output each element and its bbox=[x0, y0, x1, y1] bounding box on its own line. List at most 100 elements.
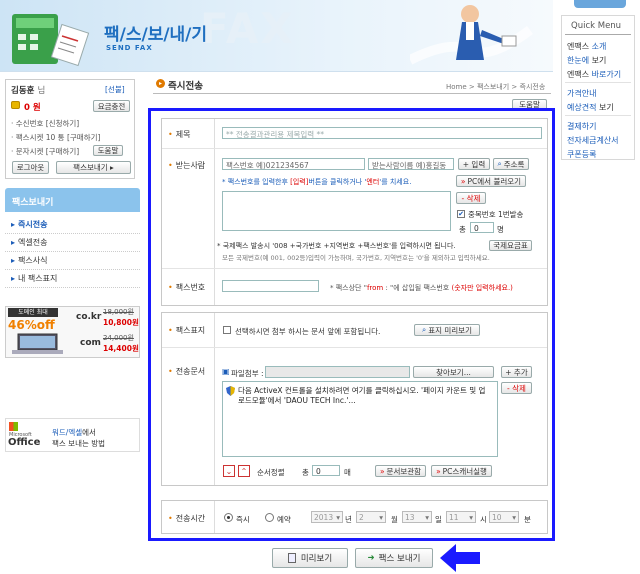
intl-hint-line1: * 국제팩스 발송시 '008 +국가번호 +지역번호 +팩스번호'를 입력하시… bbox=[217, 242, 456, 250]
section-recipient-divider bbox=[214, 119, 215, 305]
ad-com-old-price: 24,000원 bbox=[103, 334, 134, 342]
subject-label: 제목 bbox=[168, 129, 191, 140]
hour-select[interactable]: 11 bbox=[446, 511, 476, 523]
recipient-name-input[interactable]: 받는사람이름 예)홍길동 bbox=[368, 158, 454, 170]
delete-recipient-button[interactable]: - 삭제 bbox=[456, 192, 486, 204]
dup-checkbox[interactable]: ✔ bbox=[457, 210, 465, 218]
row-sep-2 bbox=[162, 268, 547, 269]
month-select[interactable]: 2 bbox=[356, 511, 386, 523]
office-logo-icon bbox=[9, 422, 18, 431]
section-document-divider bbox=[214, 313, 215, 485]
quick-link-payment[interactable]: 결제하기 bbox=[567, 121, 596, 132]
intl-hint-line2: 모든 국제번호(예 001, 002등)입력이 가능하며, 국가번호, 지역번호… bbox=[222, 254, 490, 262]
ad-kr-label: co.kr bbox=[76, 312, 102, 322]
quick-link-tax-invoice[interactable]: 전자세금계산서 bbox=[567, 135, 619, 146]
office-brand: Office bbox=[8, 437, 41, 448]
doc-total-label: 총 bbox=[302, 468, 309, 477]
send-time-label: 전송시간 bbox=[168, 513, 205, 524]
ad-discount: 46%off bbox=[8, 318, 55, 332]
left-menu-item-excel[interactable]: 엑셀전송 bbox=[5, 234, 140, 252]
quick-link-shortcut[interactable]: 엔팩스 바로가기 bbox=[567, 69, 621, 80]
quick-menu-title: Quick Menu bbox=[571, 21, 622, 31]
left-menu-item-style[interactable]: 팩스사식 bbox=[5, 252, 140, 270]
move-down-button[interactable]: ⌄ bbox=[223, 465, 235, 477]
pc-scanner-button[interactable]: » PC스캐너실행 bbox=[431, 465, 492, 477]
hour-unit: 시 bbox=[480, 515, 487, 524]
activex-message[interactable]: 다음 ActiveX 컨트롤을 설치하려면 여기를 클릭하십시오. '페이지 카… bbox=[238, 386, 490, 406]
user-help-button[interactable]: 도움말 bbox=[93, 145, 123, 156]
paperclip-icon: ▣ bbox=[222, 367, 230, 376]
search-icon: ⌕ bbox=[422, 325, 427, 334]
day-select[interactable]: 13 bbox=[402, 511, 432, 523]
ad-kr-new-price: 10,800원 bbox=[103, 318, 139, 327]
browse-button[interactable]: 찾아보기... bbox=[413, 366, 494, 378]
cover-label: 팩스표지 bbox=[168, 325, 205, 336]
row-sep-1 bbox=[162, 148, 547, 149]
page-title-icon: ▸ bbox=[156, 79, 165, 88]
document-label: 전송문서 bbox=[168, 366, 205, 377]
delete-file-button[interactable]: - 삭제 bbox=[501, 382, 532, 394]
pc-load-button[interactable]: » PC에서 불러오기 bbox=[456, 175, 526, 187]
year-select[interactable]: 2013 bbox=[311, 511, 343, 523]
doc-total-value: 0 bbox=[312, 465, 340, 476]
year-unit: 년 bbox=[345, 515, 352, 524]
radio-now-label: 즉시 bbox=[236, 515, 250, 524]
quick-menu-sep-1 bbox=[565, 82, 631, 83]
row-sep-3 bbox=[162, 347, 547, 348]
fax-ticket-info[interactable]: · 팩스시켓 10 통 [구매하기] bbox=[11, 132, 100, 143]
recv-number-link[interactable]: · 수신번호 [신청하기] bbox=[11, 118, 79, 129]
intl-fee-button[interactable]: 국제요금표 bbox=[489, 240, 532, 251]
cover-preview-button[interactable]: ⌕ 표지 미리보기 bbox=[414, 324, 480, 336]
arrow-icon: » bbox=[460, 176, 466, 186]
address-book-button[interactable]: ⌕ 주소록 bbox=[493, 158, 529, 170]
radio-now[interactable] bbox=[224, 513, 233, 522]
header-subtitle: SEND FAX bbox=[106, 44, 153, 52]
cover-checkbox[interactable] bbox=[223, 326, 231, 334]
quick-link-coupon[interactable]: 쿠폰등록 bbox=[567, 149, 596, 160]
pointer-arrow-icon bbox=[440, 544, 480, 572]
doc-storage-button[interactable]: » 문서보관함 bbox=[375, 465, 426, 477]
fax-number-input[interactable]: 팩스번호 예)021234567 bbox=[222, 158, 365, 170]
move-up-button[interactable]: ⌃ bbox=[238, 465, 250, 477]
cover-checkbox-label: 선택하시면 첨부 하시는 문서 앞에 포함됩니다. bbox=[235, 327, 381, 336]
charge-button[interactable]: 요금충전 bbox=[93, 100, 130, 112]
coin-icon bbox=[11, 101, 20, 109]
user-plan-badge: [선불] bbox=[105, 85, 125, 94]
radio-reserve-label: 예약 bbox=[277, 515, 291, 524]
ad-com-label: com bbox=[80, 338, 101, 348]
header-title: 팩/스/보/내/기 bbox=[104, 25, 208, 45]
add-file-button[interactable]: + 추가 bbox=[501, 366, 532, 378]
quick-menu-top-tab bbox=[574, 0, 626, 8]
recipient-hint: * 팩스번호를 입력한후 [입력]버튼을 클릭하거나 '엔터'를 치세요. bbox=[222, 178, 412, 186]
sender-fax-label: 팩스번호 bbox=[168, 282, 205, 293]
sender-fax-hint: * 팩스상단 "from : "에 삽입될 팩스번호 (숫자만 입력하세요.) bbox=[330, 284, 513, 292]
search-icon: ⌕ bbox=[497, 159, 502, 168]
subject-input[interactable]: ** 전송결과관리용 제목입력 ** bbox=[222, 127, 542, 139]
left-menu-item-instant[interactable]: 즉시전송 bbox=[5, 216, 140, 234]
logout-button[interactable]: 로그아웃 bbox=[12, 161, 49, 174]
order-label: 순서정렬 bbox=[257, 468, 285, 477]
quick-link-estimate[interactable]: 예상견적 보기 bbox=[567, 102, 614, 113]
add-recipient-button[interactable]: + 입력 bbox=[458, 158, 490, 170]
recipient-list-box[interactable] bbox=[222, 191, 451, 231]
minute-select[interactable]: 10 bbox=[489, 511, 519, 523]
recipient-total-unit: 명 bbox=[497, 225, 504, 234]
quick-link-overview[interactable]: 한눈에 보기 bbox=[567, 55, 606, 66]
left-menu-item-cover[interactable]: 내 팩스표지 bbox=[5, 270, 140, 288]
office-guide-line2: 팩스 보내는 방법 bbox=[52, 439, 106, 448]
fax-machine-icon bbox=[4, 6, 96, 68]
quick-link-pricing[interactable]: 가격안내 bbox=[567, 88, 596, 99]
send-fax-button[interactable]: ➜ 팩스 보내기 bbox=[355, 548, 433, 568]
preview-button[interactable]: 미리보기 bbox=[272, 548, 348, 568]
file-path-input[interactable] bbox=[265, 366, 410, 378]
user-balance: 0 원 bbox=[24, 103, 41, 113]
page-title-underline bbox=[153, 93, 551, 94]
doc-total-unit: 매 bbox=[344, 468, 351, 477]
recipient-total-value: 0 bbox=[470, 222, 494, 233]
office-guide-line1: 워드/엑셀에서 bbox=[52, 428, 96, 437]
quick-link-intro[interactable]: 엔팩스 소개 bbox=[567, 41, 606, 52]
sender-fax-input[interactable] bbox=[222, 280, 319, 292]
radio-reserve[interactable] bbox=[265, 513, 274, 522]
sms-ticket-info[interactable]: · 문자시켓 [구매하기] bbox=[11, 146, 79, 157]
user-send-fax-button[interactable]: 팩스보내기 ▸ bbox=[56, 161, 131, 174]
